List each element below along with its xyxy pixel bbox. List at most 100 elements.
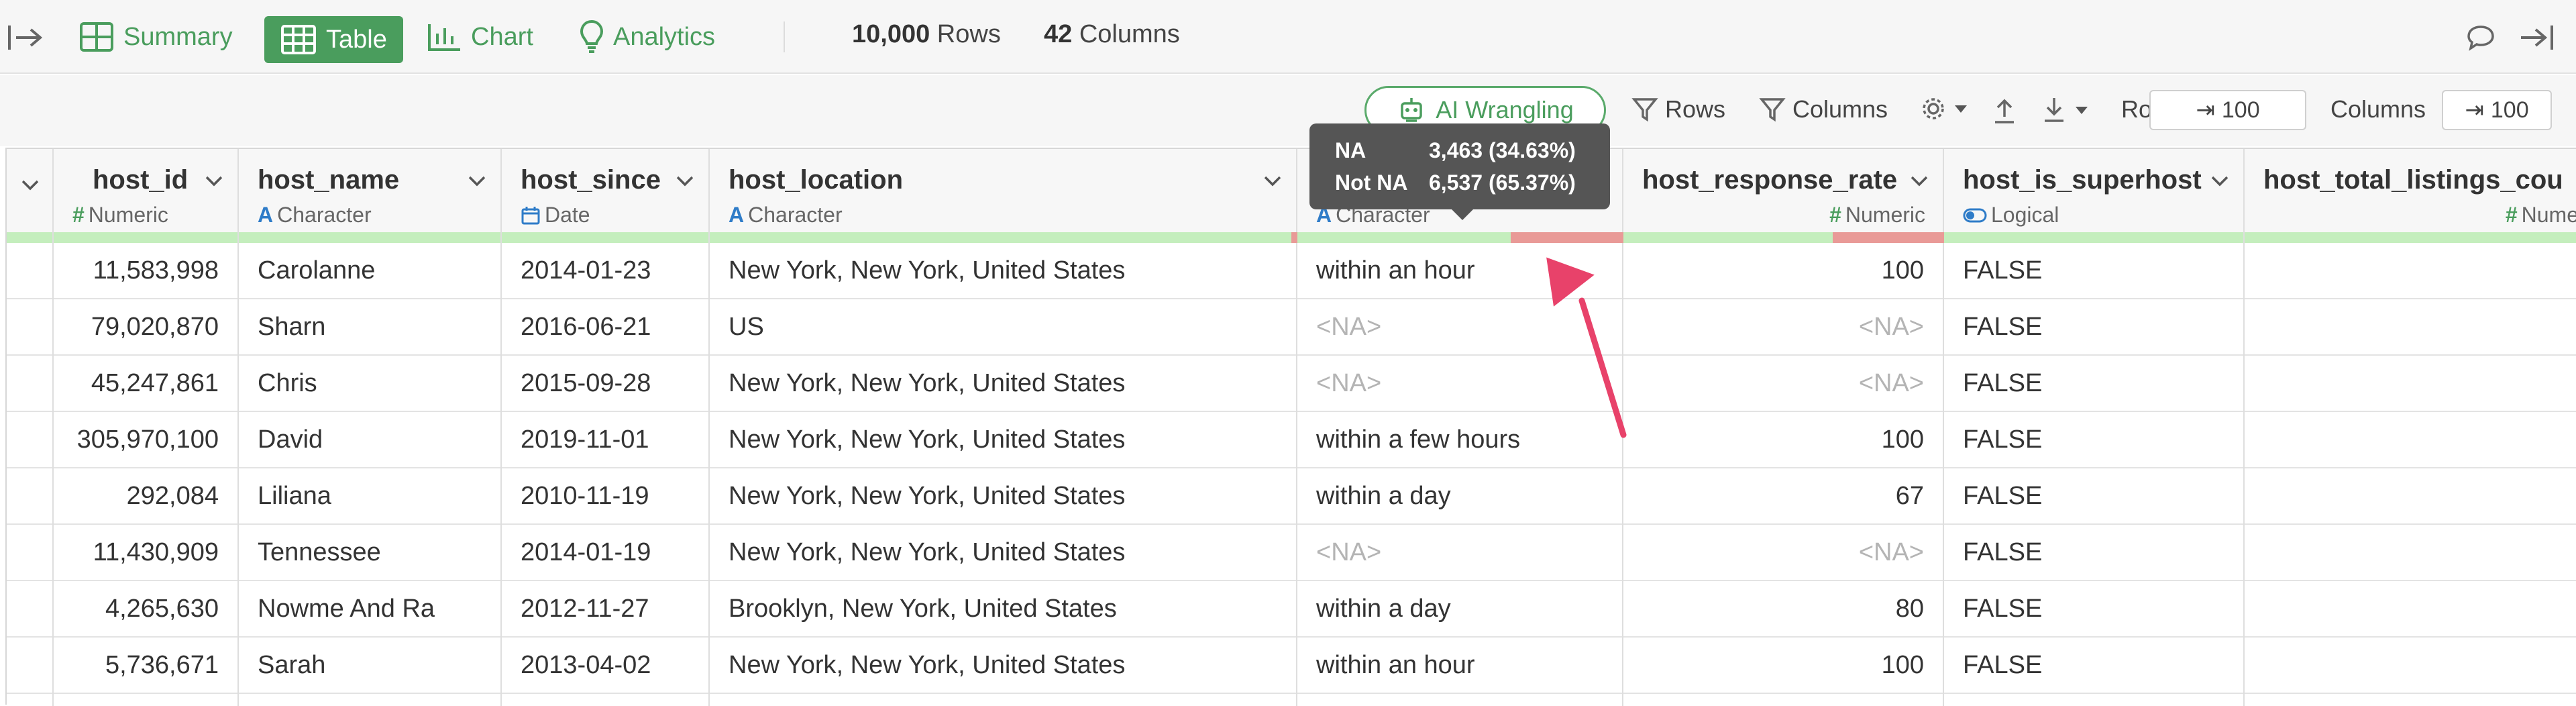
na-distribution-bar[interactable] <box>502 232 708 243</box>
row-expander-cell[interactable] <box>7 412 52 468</box>
table-cell[interactable]: 2015-09-28 <box>502 356 708 412</box>
table-cell[interactable] <box>2245 412 2576 468</box>
table-cell[interactable]: Brooklyn, New York, United States <box>710 581 1296 638</box>
row-expander-cell[interactable] <box>7 468 52 525</box>
table-cell[interactable]: 100 <box>1623 243 1943 299</box>
table-cell[interactable]: 2013-04-02 <box>502 638 708 694</box>
collapse-left-panel-icon[interactable] <box>7 23 43 52</box>
column-header-expander[interactable] <box>7 149 52 232</box>
na-distribution-bar[interactable] <box>2245 232 2576 243</box>
column-header[interactable]: host_is_superhost Logical <box>1944 149 2243 232</box>
table-cell[interactable]: <NA> <box>1623 525 1943 581</box>
table-cell[interactable]: Sharn <box>239 299 500 356</box>
table-cell[interactable]: New York, New York, United States <box>710 468 1296 525</box>
table-cell[interactable]: within a day <box>1297 581 1622 638</box>
column-header[interactable]: host_id # Numeric <box>54 149 237 232</box>
table-cell[interactable]: 11,430,909 <box>54 525 237 581</box>
column-header[interactable]: host_name A Character <box>239 149 500 232</box>
chevron-down-icon[interactable] <box>203 169 225 192</box>
table-cell[interactable]: US <box>710 299 1296 356</box>
row-expander-cell[interactable] <box>7 299 52 356</box>
table-cell[interactable]: <NA> <box>1297 525 1622 581</box>
chevron-down-icon[interactable] <box>19 173 42 196</box>
na-distribution-bar[interactable] <box>710 232 1297 243</box>
columns-filter-button[interactable]: Columns <box>1759 95 1888 123</box>
table-cell[interactable]: within a day <box>1297 468 1622 525</box>
table-cell[interactable]: 4,265,630 <box>54 581 237 638</box>
table-cell[interactable]: Sarah <box>239 638 500 694</box>
table-cell[interactable]: FALSE <box>1944 525 2243 581</box>
na-distribution-bar[interactable] <box>54 232 237 243</box>
table-cell[interactable]: within an hour <box>1297 638 1622 694</box>
table-cell[interactable]: 2016-06-21 <box>502 299 708 356</box>
upload-icon[interactable] <box>1991 97 2018 126</box>
rows-filter-button[interactable]: Rows <box>1631 95 1725 123</box>
table-cell[interactable]: 2010-11-19 <box>502 468 708 525</box>
table-cell[interactable]: 2019-11-01 <box>502 412 708 468</box>
table-cell[interactable]: 11,583,998 <box>54 243 237 299</box>
view-chart-tab[interactable]: Chart <box>427 19 533 55</box>
table-cell[interactable]: <NA> <box>1623 299 1943 356</box>
table-cell[interactable]: New York, New York, United States <box>710 356 1296 412</box>
chevron-down-icon[interactable] <box>674 169 696 192</box>
table-cell[interactable]: Chris <box>239 356 500 412</box>
na-distribution-bar[interactable] <box>239 232 500 243</box>
table-cell[interactable]: David <box>239 412 500 468</box>
table-cell[interactable]: 292,084 <box>54 468 237 525</box>
chevron-down-icon[interactable] <box>1261 169 1284 192</box>
column-header[interactable]: host_total_listings_cou # Nume <box>2245 149 2576 232</box>
columns-limit-input[interactable]: ⇥ 100 <box>2442 90 2552 130</box>
table-cell[interactable]: 2014-01-23 <box>502 243 708 299</box>
table-cell[interactable] <box>2245 638 2576 694</box>
export-menu-button[interactable] <box>2041 95 2096 125</box>
table-cell[interactable]: Carolanne <box>239 243 500 299</box>
table-cell[interactable]: 100 <box>1623 412 1943 468</box>
table-cell[interactable] <box>2245 525 2576 581</box>
table-cell[interactable]: New York, New York, United States <box>710 525 1296 581</box>
table-cell[interactable]: 100 <box>1623 638 1943 694</box>
table-cell[interactable]: FALSE <box>1944 412 2243 468</box>
row-expander-cell[interactable] <box>7 638 52 694</box>
column-header[interactable]: host_since Date <box>502 149 708 232</box>
table-cell[interactable]: 79,020,870 <box>54 299 237 356</box>
chevron-down-icon[interactable] <box>2208 169 2231 192</box>
table-cell[interactable]: 305,970,100 <box>54 412 237 468</box>
table-cell[interactable]: 2014-01-19 <box>502 525 708 581</box>
table-cell[interactable]: New York, New York, United States <box>710 412 1296 468</box>
table-cell[interactable]: 2012-11-27 <box>502 581 708 638</box>
view-summary-tab[interactable]: Summary <box>79 19 233 55</box>
view-table-tab[interactable]: Table <box>264 16 403 63</box>
collapse-right-panel-icon[interactable] <box>2518 23 2555 52</box>
table-cell[interactable]: Nowme And Ra <box>239 581 500 638</box>
table-cell[interactable]: Tennessee <box>239 525 500 581</box>
table-cell[interactable]: 5,736,671 <box>54 638 237 694</box>
rows-limit-input[interactable]: ⇥ 100 <box>2149 90 2306 130</box>
table-cell[interactable]: New York, New York, United States <box>710 638 1296 694</box>
table-cell[interactable]: New York, New York, United States <box>710 243 1296 299</box>
table-cell[interactable] <box>2245 581 2576 638</box>
na-distribution-bar[interactable] <box>1944 232 2243 243</box>
table-cell[interactable]: Liliana <box>239 468 500 525</box>
row-expander-cell[interactable] <box>7 243 52 299</box>
table-cell[interactable] <box>2245 468 2576 525</box>
settings-menu-button[interactable] <box>1920 95 1975 122</box>
table-cell[interactable] <box>2245 299 2576 356</box>
table-cell[interactable]: FALSE <box>1944 243 2243 299</box>
table-cell[interactable]: FALSE <box>1944 299 2243 356</box>
na-distribution-bar[interactable] <box>1623 232 1944 243</box>
column-header[interactable]: host_response_rate # Numeric <box>1623 149 1943 232</box>
row-expander-cell[interactable] <box>7 356 52 412</box>
table-cell[interactable]: 67 <box>1623 468 1943 525</box>
table-cell[interactable]: FALSE <box>1944 581 2243 638</box>
comment-icon[interactable] <box>2466 24 2496 51</box>
chevron-down-icon[interactable] <box>466 169 488 192</box>
table-cell[interactable]: 45,247,861 <box>54 356 237 412</box>
view-analytics-tab[interactable]: Analytics <box>580 19 715 55</box>
row-expander-cell[interactable] <box>7 525 52 581</box>
table-cell[interactable]: FALSE <box>1944 638 2243 694</box>
column-header[interactable]: host_location A Character <box>710 149 1296 232</box>
table-cell[interactable]: FALSE <box>1944 356 2243 412</box>
table-cell[interactable]: FALSE <box>1944 468 2243 525</box>
table-cell[interactable]: 80 <box>1623 581 1943 638</box>
table-cell[interactable] <box>2245 356 2576 412</box>
